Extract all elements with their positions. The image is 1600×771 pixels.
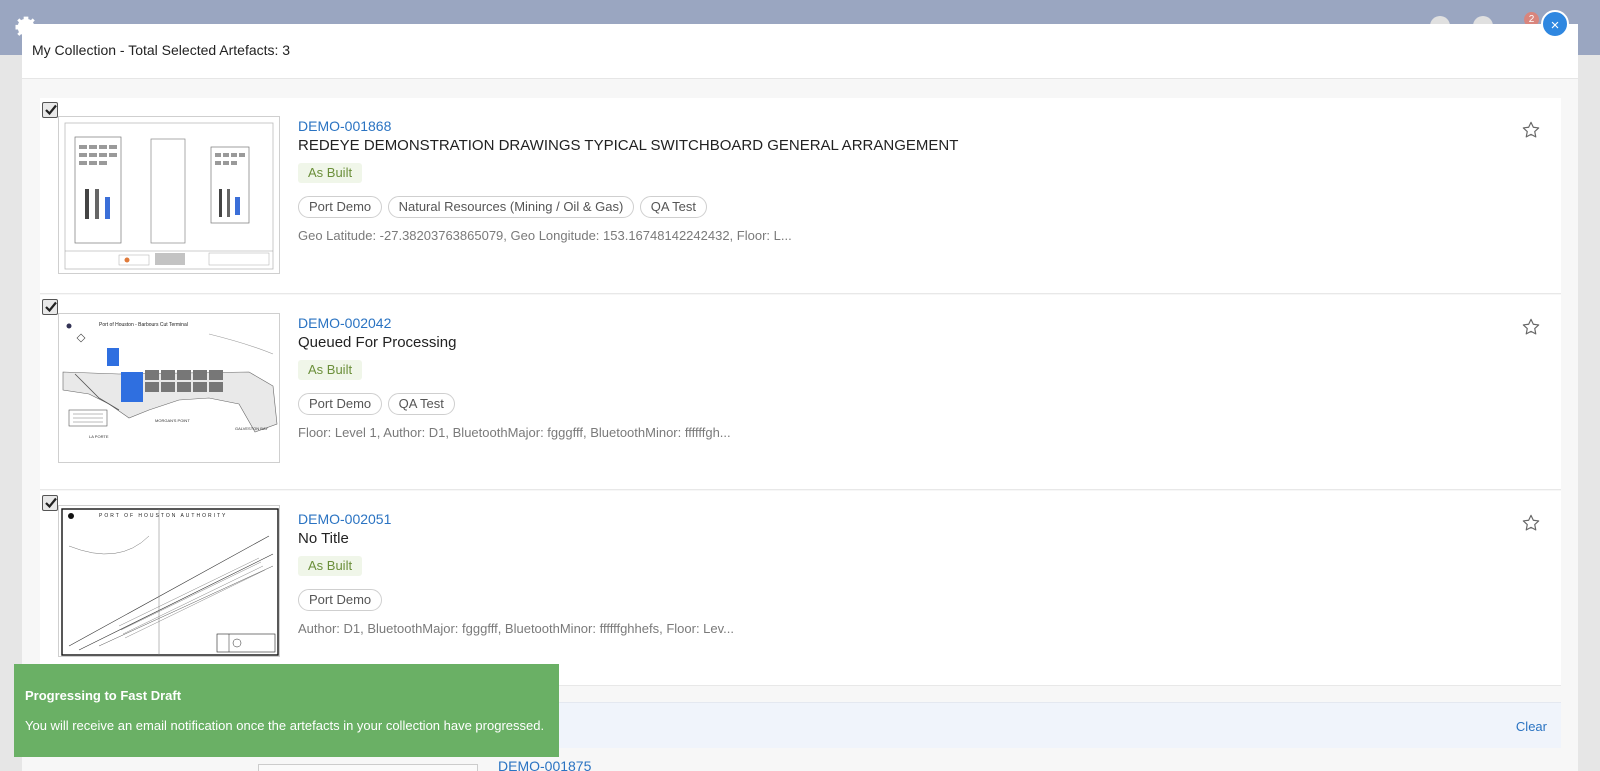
artefact-info: DEMO-002051 No Title As Built Port Demo … [298,510,1501,638]
port-authority-plan-image: PORT OF HOUSTON AUTHORITY [59,506,279,656]
modal-header: My Collection - Total Selected Artefacts… [22,24,1578,79]
artefact-info: DEMO-002042 Queued For Processing As Bui… [298,314,1501,442]
right-panel [1578,55,1600,771]
next-artefact-id[interactable]: DEMO-001875 [498,758,591,771]
tag-list: Port Demo QA Test [298,393,1501,415]
clear-button[interactable]: Clear [1516,719,1547,734]
status-badge: As Built [298,163,363,183]
artefact-metadata: Floor: Level 1, Author: D1, BluetoothMaj… [298,425,731,440]
modal-title: My Collection - Total Selected Artefacts… [32,42,291,58]
artefact-id-link[interactable]: DEMO-001868 [298,117,1501,135]
select-checkbox[interactable] [42,102,58,118]
check-icon [45,497,57,509]
artefact-card[interactable]: DEMO-001868 REDEYE DEMONSTRATION DRAWING… [40,98,1561,294]
artefact-card[interactable]: PORT OF HOUSTON AUTHORITY DEMO-002051 No… [40,491,1561,686]
check-icon [45,104,57,116]
star-icon[interactable] [1521,120,1541,140]
star-icon[interactable] [1521,317,1541,337]
artefact-info: DEMO-001868 REDEYE DEMONSTRATION DRAWING… [298,117,1501,245]
svg-text:LA PORTE: LA PORTE [89,434,109,439]
tag[interactable]: QA Test [387,393,455,415]
check-icon [45,301,57,313]
toast-title: Progressing to Fast Draft [25,688,182,703]
artefact-thumbnail[interactable] [58,116,280,274]
next-artefact-thumbnail [258,764,478,771]
artefact-title: Queued For Processing [298,334,457,351]
svg-text:GALVESTON BAY: GALVESTON BAY [235,426,268,431]
svg-text:Port of Houston - Barbours Cut: Port of Houston - Barbours Cut Terminal [99,322,188,328]
artefact-title: No Title [298,530,349,547]
status-badge: As Built [298,556,363,576]
success-toast[interactable]: Progressing to Fast Draft You will recei… [14,664,559,757]
status-badge: As Built [298,360,363,380]
artefact-title: REDEYE DEMONSTRATION DRAWINGS TYPICAL SW… [298,137,959,154]
close-button[interactable]: × [1541,10,1569,38]
tag[interactable]: QA Test [639,196,708,218]
port-terminal-map-image: Port of Houston - Barbours Cut Terminal … [59,314,279,462]
star-icon[interactable] [1521,513,1541,533]
artefact-thumbnail[interactable]: Port of Houston - Barbours Cut Terminal … [58,313,280,463]
artefact-metadata: Geo Latitude: -27.38203763865079, Geo Lo… [298,228,792,243]
artefact-id-link[interactable]: DEMO-002051 [298,510,1501,528]
svg-text:MORGAN'S POINT: MORGAN'S POINT [155,418,190,423]
tag-list: Port Demo Natural Resources (Mining / Oi… [298,196,1501,218]
tag[interactable]: Port Demo [298,589,383,611]
artefact-card[interactable]: Port of Houston - Barbours Cut Terminal … [40,295,1561,490]
toast-message: You will receive an email notification o… [25,718,545,733]
select-checkbox[interactable] [42,495,58,511]
svg-text:PORT OF HOUSTON AUTHORITY: PORT OF HOUSTON AUTHORITY [99,513,227,519]
artefact-id-link[interactable]: DEMO-002042 [298,314,1501,332]
tag[interactable]: Natural Resources (Mining / Oil & Gas) [387,196,635,218]
artefact-thumbnail[interactable]: PORT OF HOUSTON AUTHORITY [58,505,280,657]
tag-list: Port Demo [298,589,1501,611]
tag[interactable]: Port Demo [298,196,383,218]
artefact-metadata: Author: D1, BluetoothMajor: fgggfff, Blu… [298,621,735,636]
select-checkbox[interactable] [42,299,58,315]
switchboard-drawing-image [64,122,274,270]
tag[interactable]: Port Demo [298,393,383,415]
